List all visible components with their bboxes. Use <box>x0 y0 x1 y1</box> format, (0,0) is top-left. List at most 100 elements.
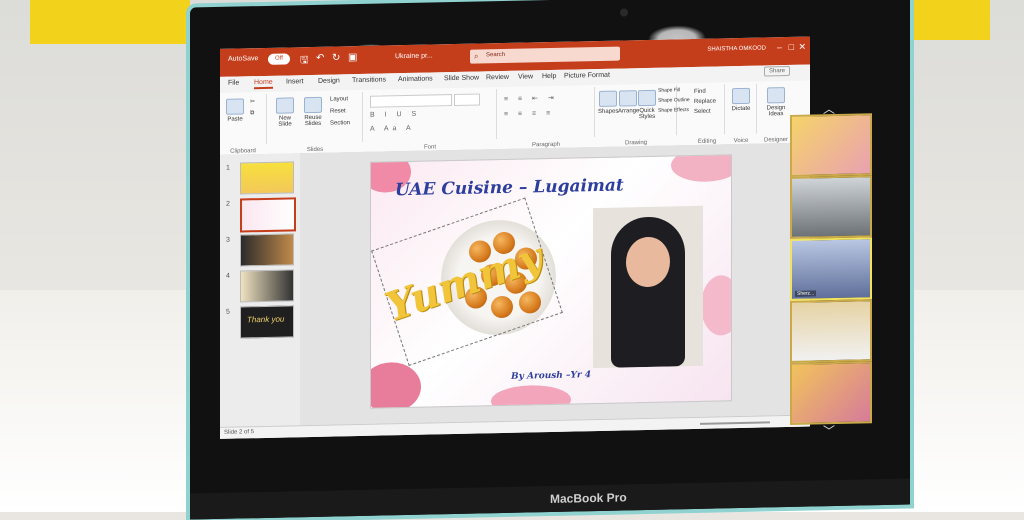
quick-styles-icon <box>638 90 656 106</box>
font-color-buttons[interactable]: A Aa A <box>370 125 415 133</box>
tab-design[interactable]: Design <box>318 77 340 84</box>
slide-counter: Slide 2 of 5 <box>224 429 254 436</box>
replace-button[interactable]: Replace <box>694 99 716 105</box>
participant-tile[interactable] <box>790 113 872 177</box>
thumbnail-number: 4 <box>226 273 230 280</box>
font-size-input[interactable] <box>454 93 480 106</box>
minimize-icon[interactable]: – <box>777 42 782 52</box>
slide-thumbnail-pane: 1 2 3 4 5 Thank you <box>220 153 300 427</box>
current-slide[interactable]: UAE Cuisine – Lugaimat Yummy <box>370 154 732 409</box>
thumbnail-number: 5 <box>226 309 230 316</box>
present-icon[interactable]: ▣ <box>348 52 357 63</box>
participant-name: Sherz... <box>795 290 816 296</box>
reuse-slides-label: Reuse Slides <box>304 115 321 127</box>
tab-insert[interactable]: Insert <box>286 78 304 85</box>
flower-decoration <box>701 275 732 336</box>
laptop-bezel-bottom: MacBook Pro <box>190 478 910 519</box>
new-slide-label: New Slide <box>278 115 291 127</box>
paste-icon <box>226 98 244 114</box>
undo-icon[interactable]: ↶ <box>316 53 324 64</box>
design-ideas-icon <box>767 87 785 103</box>
scroll-down-icon[interactable]: ﹀ <box>823 422 835 439</box>
user-name[interactable]: SHAISTHA OMKOOD <box>707 45 766 52</box>
autosave-toggle[interactable]: Off <box>268 53 290 64</box>
select-button[interactable]: Select <box>694 109 711 115</box>
tab-file[interactable]: File <box>228 80 239 87</box>
reuse-slides-button[interactable]: Reuse Slides <box>300 97 326 128</box>
zoom-slider[interactable] <box>700 421 770 424</box>
section-button[interactable]: Section <box>330 120 350 126</box>
reuse-slides-icon <box>304 97 322 113</box>
layout-button[interactable]: Layout <box>330 96 348 102</box>
tab-home[interactable]: Home <box>254 79 273 89</box>
group-slides: New Slide Reuse Slides Layout Reset Sect… <box>268 92 363 144</box>
align-buttons[interactable]: ≡ ≡ ≡ ≡ <box>504 110 554 118</box>
tab-picture-format[interactable]: Picture Format <box>564 72 610 80</box>
laptop-brand-label: MacBook Pro <box>550 490 627 506</box>
flower-decoration <box>671 154 732 182</box>
thumbnail-number: 3 <box>226 237 230 244</box>
paste-button[interactable]: Paste <box>226 98 244 122</box>
shapes-label: Shapes <box>598 109 618 115</box>
tab-slide-show[interactable]: Slide Show <box>444 74 479 82</box>
search-icon: ⌕ <box>474 51 478 61</box>
arrange-label: Arrange <box>618 108 639 114</box>
autosave-label: AutoSave <box>228 55 258 63</box>
microphone-icon <box>732 88 750 104</box>
tab-help[interactable]: Help <box>542 73 556 80</box>
share-button[interactable]: Share <box>764 66 790 77</box>
yellow-wall-decoration <box>30 0 190 44</box>
tab-animations[interactable]: Animations <box>398 75 433 83</box>
group-editing: Find Replace Select Editing <box>690 84 725 135</box>
tab-view[interactable]: View <box>518 73 533 80</box>
thumbnail-number: 1 <box>226 165 230 172</box>
tab-review[interactable]: Review <box>486 74 509 81</box>
participant-tile[interactable] <box>790 361 872 425</box>
slide-thumbnail-5[interactable]: Thank you <box>240 305 294 338</box>
participant-tile-active[interactable]: Sherz... <box>790 237 872 301</box>
shape-fill-button[interactable]: Shape Fill <box>658 87 680 93</box>
list-buttons[interactable]: ≡ ≡ ⇤ ⇥ <box>504 94 558 103</box>
slide-title[interactable]: UAE Cuisine – Lugaimat <box>395 175 624 200</box>
arrange-button[interactable]: Arrange <box>618 90 638 114</box>
search-box[interactable]: ⌕ Search <box>470 47 620 64</box>
group-voice: Dictate Voice <box>726 84 757 135</box>
quick-styles-label: Quick Styles <box>639 108 655 120</box>
copy-icon[interactable]: ⧉ <box>250 110 254 117</box>
shapes-icon <box>599 91 617 107</box>
shapes-button[interactable]: Shapes <box>598 91 618 115</box>
shape-outline-button[interactable]: Shape Outline <box>658 97 690 104</box>
laptop: AutoSave Off 🖫 ↶ ↻ ▣ Ukraine pr... ⌕ Sea… <box>190 0 910 520</box>
close-icon[interactable]: ✕ <box>798 42 806 53</box>
reset-button[interactable]: Reset <box>330 108 346 114</box>
slide-thumbnail-1[interactable] <box>240 161 294 194</box>
font-format-buttons[interactable]: B I U S <box>370 111 420 119</box>
group-designer: Design Ideas Designer <box>758 83 794 134</box>
cut-icon[interactable]: ✂ <box>250 98 255 105</box>
dictate-button[interactable]: Dictate <box>729 88 753 113</box>
slide-thumbnail-2[interactable] <box>240 197 296 232</box>
find-button[interactable]: Find <box>694 89 706 95</box>
student-photo[interactable] <box>593 206 703 368</box>
document-title: Ukraine pr... <box>395 52 433 60</box>
redo-icon[interactable]: ↻ <box>332 52 340 63</box>
participant-tile[interactable] <box>790 175 872 239</box>
group-paragraph: ≡ ≡ ⇤ ⇥ ≡ ≡ ≡ ≡ Paragraph <box>498 87 595 139</box>
font-name-input[interactable] <box>370 94 452 108</box>
paste-label: Paste <box>227 116 242 122</box>
participant-tile[interactable] <box>790 299 872 363</box>
save-icon[interactable]: 🖫 <box>300 53 309 70</box>
group-font: B I U S A Aa A Font <box>364 89 497 142</box>
thumbnail-number: 2 <box>226 201 230 208</box>
slide-thumbnail-3[interactable] <box>240 233 294 266</box>
slide-thumbnail-4[interactable] <box>240 269 294 302</box>
new-slide-button[interactable]: New Slide <box>272 97 298 128</box>
tab-transitions[interactable]: Transitions <box>352 76 386 84</box>
design-ideas-button[interactable]: Design Ideas <box>762 87 790 118</box>
slide-byline[interactable]: By Aroush –Yr 4 <box>511 370 591 382</box>
quick-styles-button[interactable]: Quick Styles <box>638 90 656 120</box>
search-placeholder: Search <box>486 52 505 58</box>
flower-decoration <box>491 385 571 409</box>
maximize-icon[interactable]: □ <box>789 42 794 52</box>
shape-effects-button[interactable]: Shape Effects <box>658 107 689 114</box>
